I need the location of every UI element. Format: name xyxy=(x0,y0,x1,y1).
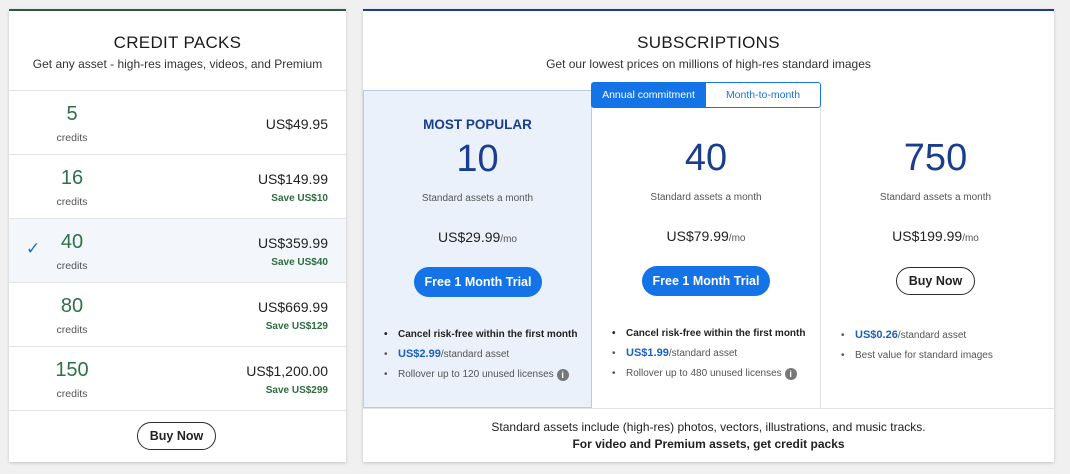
pack-credits-unit: credits xyxy=(56,388,88,400)
plan-price: US$79.99/mo xyxy=(592,228,820,244)
plan-asset-count: 10 xyxy=(456,138,499,180)
free-trial-button[interactable]: Free 1 Month Trial xyxy=(414,267,542,297)
pack-savings: Save US$10 xyxy=(271,193,328,204)
plan-price: US$199.99/mo xyxy=(821,228,1050,244)
plan-asset-count: 40 xyxy=(684,137,728,179)
plan-price-period: /mo xyxy=(728,233,746,244)
plan-description: Standard assets a month xyxy=(879,192,992,203)
subscriptions-subtitle: Get our lowest prices on millions of hig… xyxy=(546,57,871,71)
per-asset-price: US$0.26 xyxy=(855,329,898,341)
plan-price-period: /mo xyxy=(500,234,517,245)
credit-packs-hint: For video and Premium assets, get credit… xyxy=(572,437,845,451)
plan-card-750: 750 Standard assets a month US$199.99/mo… xyxy=(821,90,1050,408)
credit-pack-option-80[interactable]: 80 credits US$669.99 Save US$129 xyxy=(9,282,346,346)
plan-feature: • Cancel risk-free within the first month xyxy=(612,328,806,339)
pack-price: US$359.99 xyxy=(257,235,328,251)
feature-text: /standard asset xyxy=(668,348,738,359)
feature-text: Rollover up to 480 unused licenses xyxy=(626,368,782,379)
feature-text: /standard asset xyxy=(897,330,967,341)
plan-price-amount: US$199.99 xyxy=(892,228,963,244)
subscriptions-title: SUBSCRIPTIONS xyxy=(637,33,780,52)
credit-pack-option-150[interactable]: 150 credits US$1,200.00 Save US$299 xyxy=(9,346,346,410)
subscriptions-panel: SUBSCRIPTIONS Get our lowest prices on m… xyxy=(363,9,1054,462)
credit-pack-option-5[interactable]: 5 credits US$49.95 xyxy=(9,90,346,154)
plan-price-period: /mo xyxy=(962,233,979,244)
info-icon[interactable]: i xyxy=(556,369,569,381)
feature-text: Rollover up to 120 unused licenses xyxy=(398,369,554,380)
plan-card-40: 40 Standard assets a month US$79.99/mo F… xyxy=(592,90,821,408)
pack-price: US$1,200.00 xyxy=(246,363,328,379)
pack-credits-unit: credits xyxy=(56,260,88,272)
pack-credits-unit: credits xyxy=(56,132,88,144)
pack-savings: Save US$299 xyxy=(265,385,328,396)
plan-card-10: MOST POPULAR 10 Standard assets a month … xyxy=(363,90,592,408)
plan-feature: • Best value for standard images xyxy=(841,350,993,361)
plan-price-amount: US$29.99 xyxy=(438,229,501,245)
feature-text: Best value for standard images xyxy=(855,350,993,361)
plan-feature: • US$1.99/standard asset xyxy=(612,347,738,359)
free-trial-button[interactable]: Free 1 Month Trial xyxy=(642,266,770,296)
pack-credits-count: 5 xyxy=(66,103,78,125)
plan-feature: • US$0.26/standard asset xyxy=(841,329,967,341)
pack-savings: Save US$129 xyxy=(265,321,328,332)
pack-price: US$669.99 xyxy=(257,299,328,315)
pack-credits-count: 150 xyxy=(55,359,89,381)
checkmark-icon: ✓ xyxy=(26,239,41,258)
pack-savings: Save US$40 xyxy=(271,257,328,268)
feature-text: Cancel risk-free within the first month xyxy=(398,329,578,340)
feature-text: /standard asset xyxy=(440,349,510,360)
pack-credits-unit: credits xyxy=(56,324,88,336)
plan-description: Standard assets a month xyxy=(650,192,762,203)
per-asset-price: US$1.99 xyxy=(626,347,669,359)
divider xyxy=(9,410,346,411)
pack-credits-unit: credits xyxy=(56,196,88,208)
per-asset-price: US$2.99 xyxy=(398,348,441,360)
credit-packs-buy-now-button[interactable]: Buy Now xyxy=(137,422,216,450)
plan-asset-count: 750 xyxy=(903,137,968,179)
credit-pack-option-16[interactable]: 16 credits US$149.99 Save US$10 xyxy=(9,154,346,218)
subscriptions-footer-note: Standard assets include (high-res) photo… xyxy=(491,420,926,434)
annual-commitment-toggle[interactable]: Annual commitment xyxy=(591,82,706,108)
credit-pack-option-40[interactable]: ✓ 40 credits US$359.99 Save US$40 xyxy=(9,218,346,282)
plan-feature: • Cancel risk-free within the first month xyxy=(384,329,578,340)
plan-description: Standard assets a month xyxy=(421,193,534,204)
pack-credits-count: 80 xyxy=(60,295,84,317)
pack-price: US$49.95 xyxy=(265,116,328,132)
info-icon[interactable]: i xyxy=(784,368,797,380)
divider xyxy=(363,408,1054,409)
credit-packs-panel: CREDIT PACKS Get any asset - high-res im… xyxy=(9,9,346,462)
pack-price: US$149.99 xyxy=(257,171,328,187)
plan-price: US$29.99/mo xyxy=(364,229,591,245)
most-popular-label: MOST POPULAR xyxy=(423,117,532,132)
subscription-buy-now-button[interactable]: Buy Now xyxy=(896,267,975,295)
credit-packs-subtitle: Get any asset - high-res images, videos,… xyxy=(32,57,323,71)
plan-price-amount: US$79.99 xyxy=(666,228,729,244)
plan-feature: • Rollover up to 480 unused licenses i xyxy=(612,368,797,380)
feature-text: Cancel risk-free within the first month xyxy=(626,328,806,339)
month-to-month-toggle[interactable]: Month-to-month xyxy=(705,82,821,108)
pack-credits-count: 16 xyxy=(60,167,84,189)
plan-feature: • Rollover up to 120 unused licenses i xyxy=(384,369,569,381)
plan-feature: • US$2.99/standard asset xyxy=(384,348,510,360)
pack-credits-count: 40 xyxy=(60,231,84,253)
credit-packs-title: CREDIT PACKS xyxy=(113,33,242,52)
